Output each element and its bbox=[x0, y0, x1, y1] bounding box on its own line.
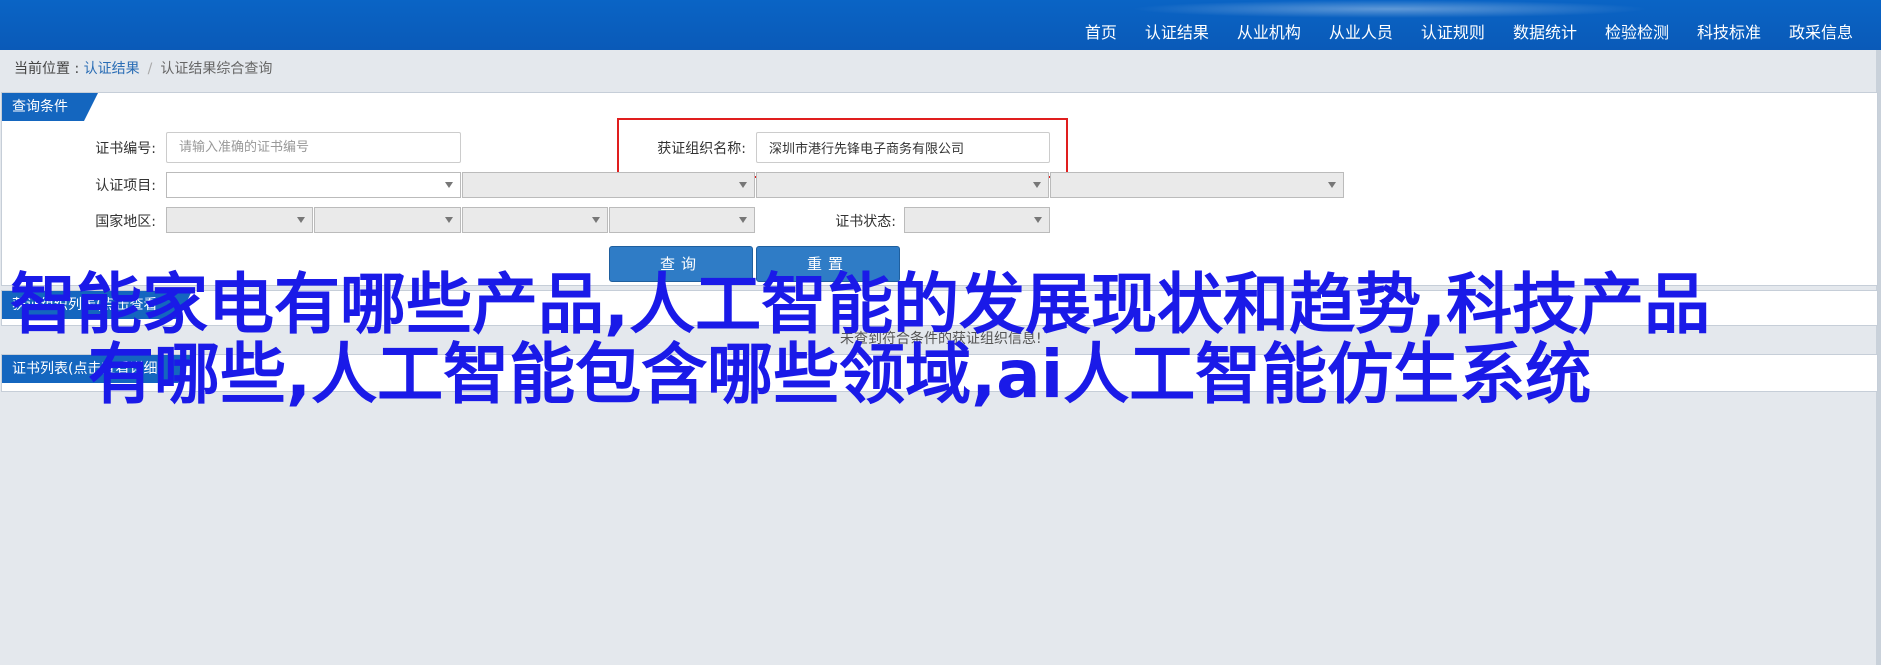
top-navigation-bar: 首页 认证结果 从业机构 从业人员 认证规则 数据统计 检验检测 科技标准 政采… bbox=[0, 0, 1881, 50]
nav-institutions[interactable]: 从业机构 bbox=[1223, 18, 1315, 48]
overlay-line-1: 智能家电有哪些产品,人工智能的发展现状和趋势,科技产品 bbox=[10, 266, 1711, 343]
breadcrumb-current-page: 认证结果综合查询 bbox=[160, 61, 273, 77]
region-select-1[interactable] bbox=[166, 207, 313, 233]
nav-cert-results[interactable]: 认证结果 bbox=[1131, 18, 1223, 48]
project-select-3[interactable] bbox=[756, 172, 1049, 198]
project-select-2[interactable] bbox=[462, 172, 755, 198]
header-decoration bbox=[1130, 0, 1650, 18]
region-select-4[interactable] bbox=[609, 207, 755, 233]
project-select-1[interactable] bbox=[166, 172, 461, 198]
query-panel-title: 查询条件 bbox=[2, 93, 98, 121]
cert-no-label: 证书编号: bbox=[95, 141, 156, 157]
chevron-down-icon bbox=[1033, 182, 1041, 188]
breadcrumb: 当前位置 : 认证结果 / 认证结果综合查询 bbox=[14, 58, 272, 80]
nav-procurement[interactable]: 政采信息 bbox=[1775, 18, 1867, 48]
nav-statistics[interactable]: 数据统计 bbox=[1499, 18, 1591, 48]
region-label: 国家地区: bbox=[95, 214, 156, 230]
nav-standards[interactable]: 科技标准 bbox=[1683, 18, 1775, 48]
main-nav: 首页 认证结果 从业机构 从业人员 认证规则 数据统计 检验检测 科技标准 政采… bbox=[1071, 18, 1867, 48]
chevron-down-icon bbox=[739, 217, 747, 223]
breadcrumb-link-cert-results[interactable]: 认证结果 bbox=[84, 61, 140, 77]
chevron-down-icon bbox=[445, 217, 453, 223]
overlay-line-2: 有哪些,人工智能包含哪些领域,ai人工智能仿生系统 bbox=[88, 336, 1592, 413]
nav-cert-rules[interactable]: 认证规则 bbox=[1407, 18, 1499, 48]
cert-status-select[interactable] bbox=[904, 207, 1050, 233]
cert-status-label: 证书状态: bbox=[835, 214, 896, 230]
chevron-down-icon bbox=[445, 182, 453, 188]
highlight-box bbox=[617, 118, 1068, 178]
nav-testing[interactable]: 检验检测 bbox=[1591, 18, 1683, 48]
breadcrumb-separator: / bbox=[147, 61, 153, 77]
region-select-2[interactable] bbox=[314, 207, 461, 233]
breadcrumb-prefix: 当前位置 : bbox=[14, 61, 84, 77]
chevron-down-icon bbox=[739, 182, 747, 188]
region-select-3[interactable] bbox=[462, 207, 608, 233]
nav-personnel[interactable]: 从业人员 bbox=[1315, 18, 1407, 48]
nav-home[interactable]: 首页 bbox=[1071, 18, 1131, 48]
project-label: 认证项目: bbox=[95, 178, 156, 194]
chevron-down-icon bbox=[1034, 217, 1042, 223]
chevron-down-icon bbox=[592, 217, 600, 223]
chevron-down-icon bbox=[297, 217, 305, 223]
cert-no-input[interactable] bbox=[166, 132, 461, 163]
watermark-overlay-text: 智能家电有哪些产品,人工智能的发展现状和趋势,科技产品 有哪些,人工智能包含哪些… bbox=[10, 270, 1870, 410]
project-select-4[interactable] bbox=[1050, 172, 1344, 198]
chevron-down-icon bbox=[1328, 182, 1336, 188]
